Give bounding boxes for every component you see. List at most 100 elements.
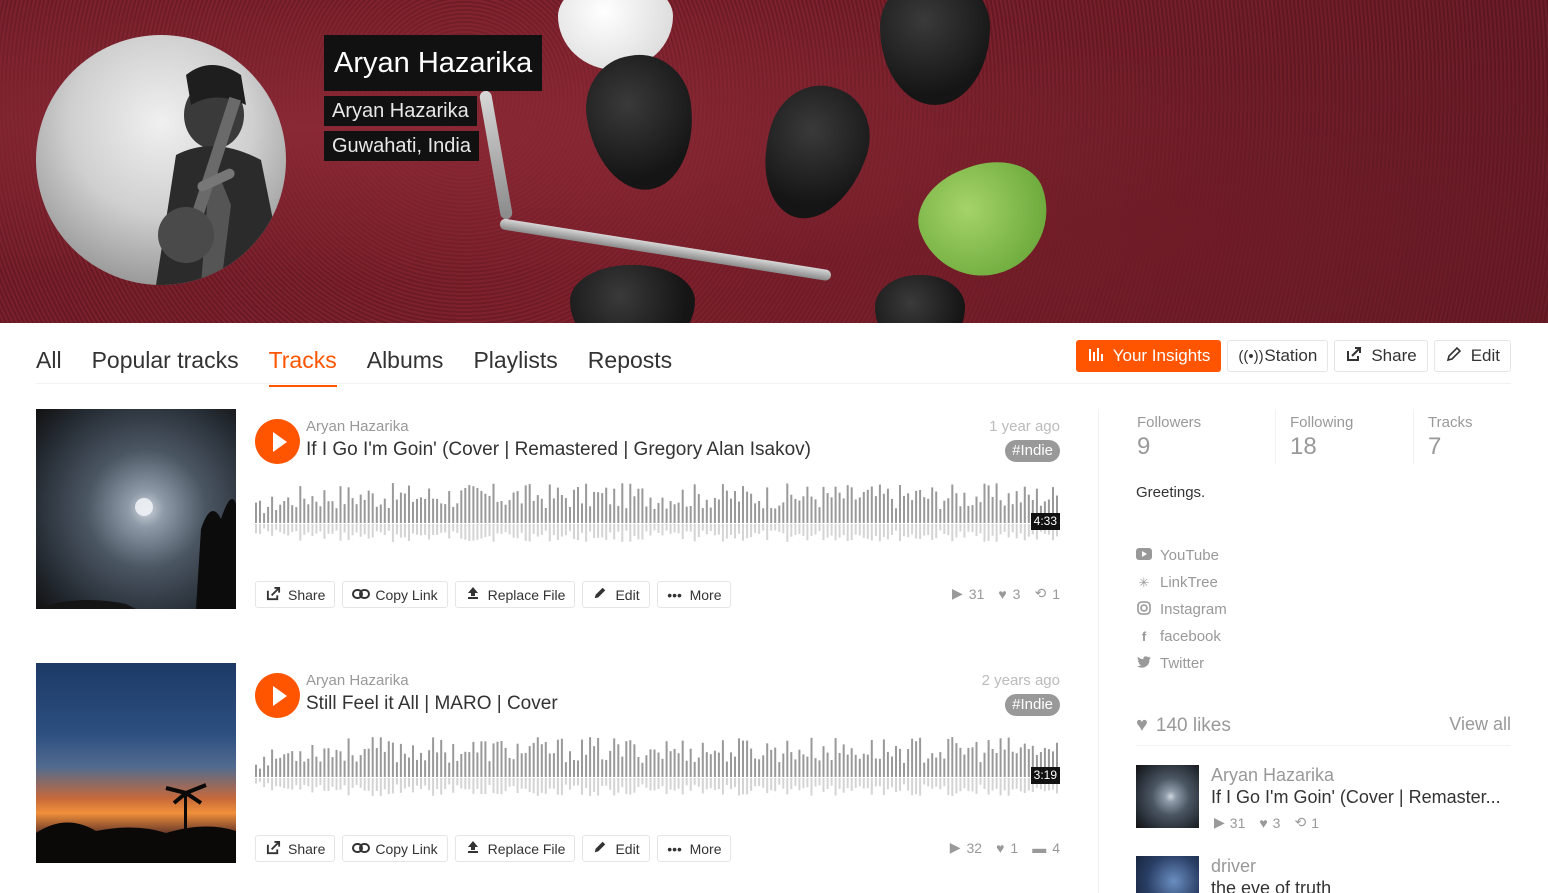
like-count[interactable]: ♥ 3 xyxy=(998,585,1020,602)
waveform-bar xyxy=(931,753,934,777)
track-title[interactable]: If I Go I'm Goin' (Cover | Remastered | … xyxy=(306,439,811,461)
waveform-bar xyxy=(327,748,330,777)
track-copy-link-button[interactable]: Copy Link xyxy=(342,581,448,608)
comment-count[interactable]: ▬ 4 xyxy=(1032,839,1060,856)
repost-count[interactable]: ⟲ 1 xyxy=(1034,585,1060,602)
waveform-reflection-bar xyxy=(677,524,680,534)
track-genre-tag[interactable]: #Indie xyxy=(1005,440,1060,462)
waveform-bar xyxy=(774,747,777,777)
track-artwork[interactable] xyxy=(36,663,236,863)
track-uploader[interactable]: Aryan Hazarika xyxy=(306,672,409,689)
waveform-reflection-bar xyxy=(846,524,849,541)
waveform-reflection-bar xyxy=(464,778,467,790)
waveform-bar xyxy=(399,743,402,777)
liked-track-artwork[interactable] xyxy=(1136,765,1199,828)
waveform-bar xyxy=(391,742,394,777)
stat-following[interactable]: Following 18 xyxy=(1275,409,1413,464)
waveform-reflection-bar xyxy=(581,778,583,795)
waveform-reflection-bar xyxy=(955,524,958,538)
tab-reposts[interactable]: Reposts xyxy=(588,340,672,384)
profile-avatar[interactable] xyxy=(36,35,286,285)
play-button[interactable] xyxy=(255,673,300,718)
waveform-reflection-bar xyxy=(657,524,660,533)
waveform-reflection-bar xyxy=(999,524,1002,535)
link-twitter[interactable]: Twitter xyxy=(1136,650,1227,677)
track-more-button[interactable]: ••• More xyxy=(656,581,732,608)
view-all-likes-link[interactable]: View all xyxy=(1449,714,1511,735)
waveform-reflection-bar xyxy=(569,524,571,532)
waveform-bar xyxy=(552,498,555,523)
link-youtube[interactable]: YouTube xyxy=(1136,542,1227,569)
track-title[interactable]: Still Feel it All | MARO | Cover xyxy=(306,693,558,715)
track-replace-file-button[interactable]: Replace File xyxy=(454,581,576,608)
liked-track-artwork[interactable] xyxy=(1136,856,1199,893)
tab-albums[interactable]: Albums xyxy=(367,340,444,384)
waveform-reflection-bar xyxy=(544,524,547,531)
waveform-bar xyxy=(444,752,447,777)
tab-tracks[interactable]: Tracks xyxy=(268,340,337,387)
liked-track-title[interactable]: the eve of truth xyxy=(1211,878,1331,893)
waveform-reflection-bar xyxy=(605,778,608,786)
track-replace-file-button[interactable]: Replace File xyxy=(454,835,576,862)
tab-all[interactable]: All xyxy=(36,340,62,384)
track-artwork[interactable] xyxy=(36,409,236,609)
liked-track-user[interactable]: Aryan Hazarika xyxy=(1211,765,1334,786)
waveform-reflection-bar xyxy=(738,524,740,534)
track-stats: ▶ 32 ♥ 1 ▬ 4 xyxy=(950,839,1060,856)
waveform-reflection-bar xyxy=(923,778,926,785)
waveform-bar xyxy=(581,739,583,777)
waveform-bar xyxy=(540,498,543,523)
waveform-reflection-bar xyxy=(504,778,507,792)
waveform-bar xyxy=(371,493,374,523)
waveform-bar xyxy=(895,508,897,523)
track-waveform[interactable] xyxy=(255,735,1060,805)
liked-track-title[interactable]: If I Go I'm Goin' (Cover | Remaster... xyxy=(1211,787,1501,808)
play-icon: ▶ xyxy=(952,585,963,601)
waveform-bar xyxy=(323,748,326,777)
track-edit-button[interactable]: Edit xyxy=(582,835,650,862)
waveform-reflection-bar xyxy=(424,778,427,786)
link-facebook[interactable]: f facebook xyxy=(1136,623,1227,650)
likes-count: ♥ 140 likes xyxy=(1136,714,1231,737)
tab-playlists[interactable]: Playlists xyxy=(473,340,557,384)
waveform-bar xyxy=(709,507,712,523)
waveform-reflection-bar xyxy=(661,778,664,787)
waveform-bar xyxy=(838,752,841,777)
waveform-reflection-bar xyxy=(387,524,390,531)
like-count[interactable]: ♥ 3 xyxy=(1259,814,1280,831)
waveform-reflection-bar xyxy=(428,524,431,540)
play-button[interactable] xyxy=(255,419,300,464)
waveform-bar xyxy=(573,760,575,777)
waveform-reflection-bar xyxy=(295,524,298,532)
track-waveform[interactable] xyxy=(255,481,1060,551)
waveform-bar xyxy=(725,761,728,777)
waveform-reflection-bar xyxy=(287,778,290,789)
waveform-reflection-bar xyxy=(713,778,716,790)
track-share-button[interactable]: Share xyxy=(255,835,336,862)
your-insights-button[interactable]: Your Insights xyxy=(1075,340,1222,372)
waveform-reflection-bar xyxy=(983,524,986,542)
stat-tracks[interactable]: Tracks 7 xyxy=(1413,409,1548,464)
waveform-bar xyxy=(500,501,503,523)
track-uploader[interactable]: Aryan Hazarika xyxy=(306,418,409,435)
like-count[interactable]: ♥ 1 xyxy=(996,839,1018,856)
stat-followers[interactable]: Followers 9 xyxy=(1137,409,1275,464)
profile-edit-button[interactable]: Edit xyxy=(1433,340,1511,372)
tab-popular-tracks[interactable]: Popular tracks xyxy=(92,340,239,384)
waveform-bar xyxy=(448,762,451,777)
track-edit-button[interactable]: Edit xyxy=(582,581,650,608)
link-instagram[interactable]: Instagram xyxy=(1136,596,1227,623)
track-share-button[interactable]: Share xyxy=(255,581,336,608)
station-button[interactable]: ((•)) Station xyxy=(1227,340,1329,372)
link-linktree[interactable]: ✳ LinkTree xyxy=(1136,569,1227,596)
profile-share-button[interactable]: Share xyxy=(1334,340,1428,372)
waveform-bar xyxy=(255,502,257,523)
track-copy-link-button[interactable]: Copy Link xyxy=(342,835,448,862)
waveform-bar xyxy=(931,487,934,523)
waveform-bar xyxy=(403,493,406,523)
track-more-button[interactable]: ••• More xyxy=(656,835,732,862)
liked-track-user[interactable]: driver xyxy=(1211,856,1256,877)
repost-count[interactable]: ⟲ 1 xyxy=(1294,814,1319,831)
waveform-reflection-bar xyxy=(480,778,483,795)
track-genre-tag[interactable]: #Indie xyxy=(1005,694,1060,716)
